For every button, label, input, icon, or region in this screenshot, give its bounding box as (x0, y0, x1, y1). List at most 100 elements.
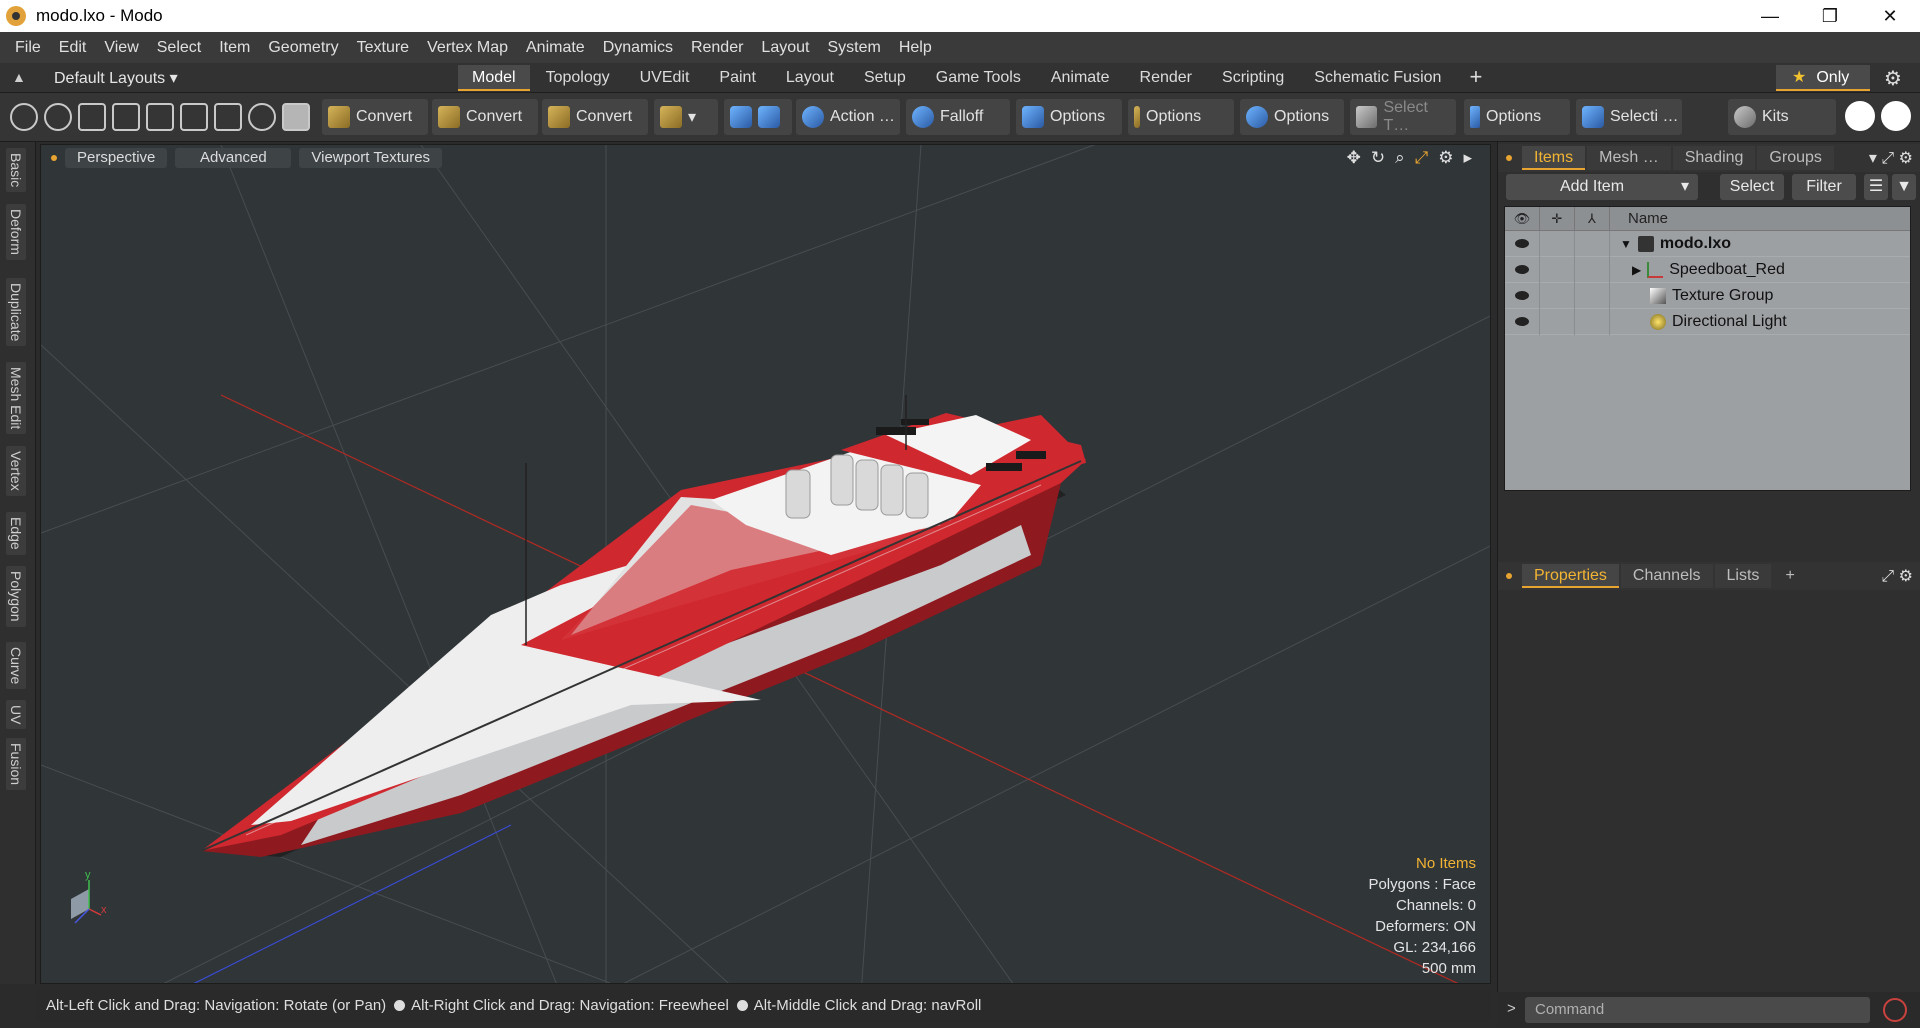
tab-mesh[interactable]: Mesh … (1587, 146, 1671, 170)
eye-icon[interactable] (1505, 282, 1540, 309)
tab-edge[interactable]: Edge (6, 512, 26, 555)
record-icon[interactable] (1883, 998, 1907, 1022)
command-input[interactable]: Command (1525, 997, 1870, 1023)
options-button-1[interactable]: Options (1016, 99, 1122, 135)
symmetry-buttons[interactable] (724, 99, 792, 135)
add-item-button[interactable]: Add Item (1506, 174, 1678, 200)
funnel-icon[interactable]: ▼ (1892, 174, 1916, 200)
tab-items[interactable]: Items (1522, 146, 1586, 170)
panel-menu-dot[interactable] (1506, 155, 1512, 161)
tab-fusion[interactable]: Fusion (6, 738, 26, 791)
pen-icon[interactable] (78, 103, 106, 131)
eye-icon[interactable] (1505, 230, 1540, 257)
visibility-column-icon[interactable]: 👁 (1505, 206, 1540, 231)
maximize-view-icon[interactable]: ⤢ (1415, 148, 1429, 168)
gear-icon[interactable]: ⚙ (1884, 66, 1902, 91)
options-button-3[interactable]: Options (1240, 99, 1344, 135)
tab-lists[interactable]: Lists (1714, 564, 1772, 588)
options-button-2[interactable]: Options (1128, 99, 1234, 135)
expand-arrow-icon[interactable]: ▼ (1620, 237, 1632, 251)
menu-item[interactable]: Item (210, 39, 259, 57)
close-button[interactable]: ✕ (1860, 0, 1920, 32)
eye-icon[interactable] (1505, 256, 1540, 283)
tab-render[interactable]: Render (1126, 65, 1206, 91)
menu-geometry[interactable]: Geometry (259, 39, 347, 57)
default-layouts-dropdown[interactable]: Default Layouts ▾ (54, 68, 178, 88)
add-tab-button[interactable]: + (1457, 65, 1494, 91)
tab-layout[interactable]: Layout (772, 65, 848, 91)
action-center-button[interactable]: Action … (796, 99, 900, 135)
convert-button-3[interactable]: Convert (542, 99, 648, 135)
panel-menu-dot[interactable] (1506, 573, 1512, 579)
viewport-gear-icon[interactable]: ⚙ (1438, 148, 1453, 168)
menu-view[interactable]: View (95, 39, 147, 57)
menu-select[interactable]: Select (148, 39, 210, 57)
add-panel-tab-button[interactable]: + (1773, 564, 1806, 588)
snap-dropdown[interactable]: ▾ (654, 99, 718, 135)
panel-gear-icon[interactable]: ⚙ (1899, 568, 1913, 585)
select-button[interactable]: Select (1720, 174, 1784, 200)
kits-button[interactable]: Kits (1728, 99, 1836, 135)
item-row-texture-group[interactable]: Texture Group (1505, 282, 1910, 309)
menu-texture[interactable]: Texture (348, 39, 418, 57)
menu-animate[interactable]: Animate (517, 39, 594, 57)
restore-button[interactable]: ❐ (1800, 0, 1860, 32)
select-through-button[interactable]: Select T… (1350, 99, 1456, 135)
sphere-icon[interactable] (44, 103, 72, 131)
circle-select-icon[interactable] (248, 103, 276, 131)
viewport-3d[interactable]: y x Perspective Advanced Viewport Textur… (40, 144, 1491, 984)
tab-vertex[interactable]: Vertex (6, 446, 26, 496)
tab-groups[interactable]: Groups (1757, 146, 1834, 170)
filter-button[interactable]: Filter (1792, 174, 1856, 200)
menu-help[interactable]: Help (890, 39, 941, 57)
selection-button[interactable]: Selecti … (1576, 99, 1682, 135)
perspective-tab[interactable]: Perspective (65, 148, 168, 168)
locator-column-icon[interactable]: ⅄ (1575, 206, 1610, 231)
move-view-icon[interactable]: ✥ (1347, 148, 1361, 168)
tab-curve[interactable]: Curve (6, 642, 26, 690)
tab-paint[interactable]: Paint (705, 65, 769, 91)
unity-icon[interactable] (1845, 101, 1875, 131)
tab-polygon[interactable]: Polygon (6, 566, 26, 627)
advanced-tab[interactable]: Advanced (175, 148, 292, 168)
tube-icon[interactable] (146, 103, 174, 131)
only-button[interactable]: ★ Only (1776, 65, 1870, 91)
menu-edit[interactable]: Edit (50, 39, 96, 57)
tab-mesh-edit[interactable]: Mesh Edit (6, 362, 26, 435)
menu-vertex-map[interactable]: Vertex Map (418, 39, 517, 57)
collapse-up-icon[interactable]: ▲ (12, 69, 26, 85)
rotate-view-icon[interactable]: ↻ (1371, 148, 1385, 168)
expand-icon[interactable]: ⤢ (1881, 568, 1894, 585)
expand-icon[interactable]: ⤢ (1881, 150, 1894, 167)
options-button-4[interactable]: Options (1464, 99, 1570, 135)
convert-button-1[interactable]: Convert (322, 99, 428, 135)
viewport-more-icon[interactable]: ▸ (1463, 148, 1472, 168)
tab-animate[interactable]: Animate (1037, 65, 1124, 91)
tab-scripting[interactable]: Scripting (1208, 65, 1298, 91)
tab-uv[interactable]: UV (6, 700, 26, 730)
menu-dynamics[interactable]: Dynamics (594, 39, 682, 57)
item-row-scene[interactable]: ▼ modo.lxo (1505, 230, 1910, 257)
vertex-mode-icon[interactable] (10, 103, 38, 131)
name-column-header[interactable]: Name (1610, 210, 1668, 227)
viewport-menu-dot[interactable] (51, 155, 57, 161)
minimize-button[interactable]: — (1740, 0, 1800, 32)
tab-shading[interactable]: Shading (1672, 146, 1756, 170)
tab-channels[interactable]: Channels (1620, 564, 1713, 588)
menu-layout[interactable]: Layout (752, 39, 818, 57)
convert-button-2[interactable]: Convert (432, 99, 538, 135)
item-row-mesh[interactable]: ▶ Speedboat_Red (1505, 256, 1910, 283)
item-row-light[interactable]: Directional Light (1505, 308, 1910, 335)
tab-model[interactable]: Model (458, 65, 530, 91)
tab-deform[interactable]: Deform (6, 204, 26, 260)
tab-topology[interactable]: Topology (532, 65, 624, 91)
list-options-icon[interactable]: ☰ (1864, 174, 1888, 200)
solid-icon[interactable] (282, 103, 310, 131)
transform-icon[interactable] (180, 103, 208, 131)
frame-icon[interactable] (214, 103, 242, 131)
scene-render[interactable]: y x (41, 145, 1491, 984)
more-tabs-icon[interactable]: ▾ (1869, 150, 1877, 167)
add-item-dropdown-icon[interactable]: ▾ (1672, 174, 1698, 200)
tab-duplicate[interactable]: Duplicate (6, 278, 26, 347)
lock-column-icon[interactable]: ✛ (1540, 206, 1575, 231)
